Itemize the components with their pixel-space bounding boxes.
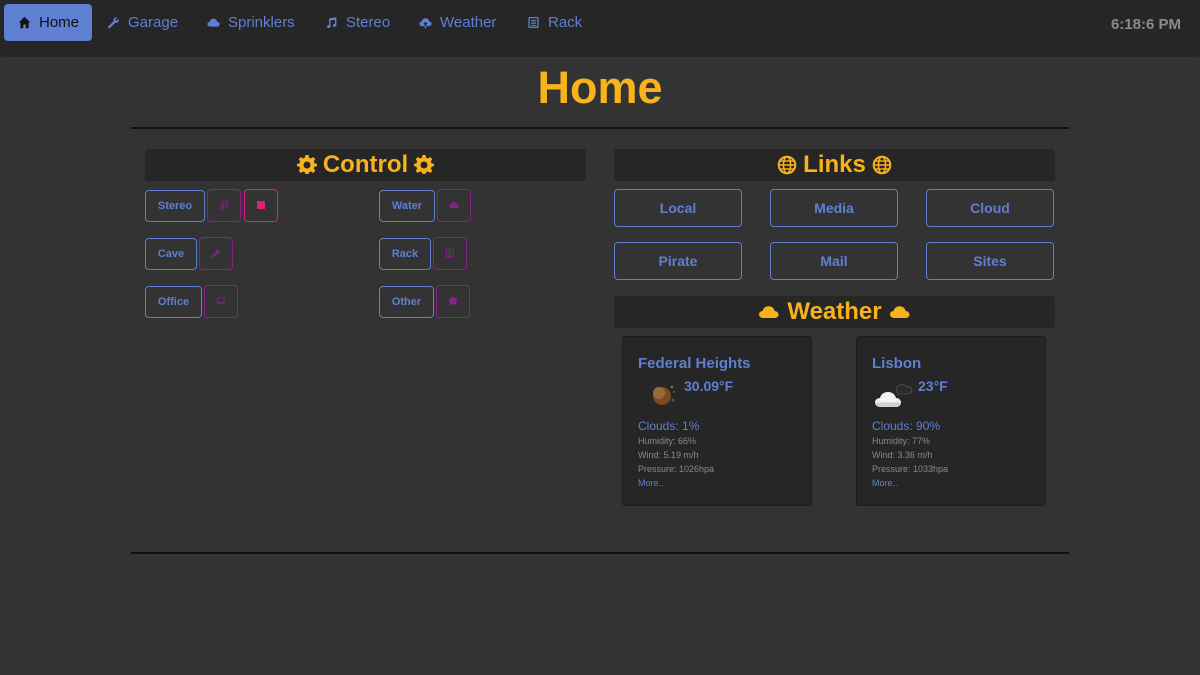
weather-more-link[interactable]: More..	[872, 478, 898, 488]
nav-weather-label: Weather	[440, 14, 497, 31]
link-cloud-button[interactable]: Cloud	[926, 189, 1054, 227]
nav-garage[interactable]: Garage	[92, 4, 192, 41]
weather-temp: 30.09°F	[684, 378, 734, 394]
control-stereo: Stereo	[145, 189, 278, 222]
globe-icon	[872, 155, 892, 175]
weather-wind: Wind: 5.19 m/h	[638, 450, 699, 460]
divider-bottom	[131, 552, 1069, 554]
top-nav: Home Garage Sprinklers Stereo Weather Ra…	[0, 0, 1200, 57]
server-icon	[526, 16, 540, 30]
nav-weather[interactable]: Weather	[404, 4, 510, 41]
links-title: Links	[803, 151, 866, 178]
control-water-label: Water	[379, 189, 435, 222]
control-other-label: Other	[379, 285, 434, 318]
cloud-upload-icon	[418, 16, 432, 30]
weather-header: Weather	[614, 296, 1055, 328]
nav-stereo[interactable]: Stereo	[310, 4, 404, 41]
nav-home[interactable]: Home	[4, 4, 92, 41]
laptop-icon	[216, 293, 226, 311]
divider-top	[131, 127, 1069, 129]
link-local-button[interactable]: Local	[614, 189, 742, 227]
gear-icon	[414, 155, 435, 175]
home-icon	[18, 16, 31, 30]
weather-temp: 23°F	[918, 378, 948, 394]
control-header: Control	[145, 149, 586, 181]
cave-button[interactable]	[199, 237, 233, 270]
weather-more-link[interactable]: More..	[638, 478, 664, 488]
control-cave: Cave	[145, 237, 233, 270]
music-note-icon	[324, 16, 338, 30]
weather-title: Weather	[787, 298, 882, 325]
control-other: Other	[379, 285, 470, 318]
globe-icon	[777, 155, 797, 175]
control-rack-label: Rack	[379, 237, 431, 270]
weather-card: Lisbon 23°F Clouds: 90% Humidity: 77% Wi…	[856, 336, 1046, 506]
control-stereo-label: Stereo	[145, 189, 205, 222]
nav-rack-label: Rack	[548, 14, 583, 31]
weather-pressure: Pressure: 1033hpa	[872, 464, 949, 474]
circle-icon	[448, 293, 458, 311]
nav-rack[interactable]: Rack	[512, 4, 596, 41]
weather-humidity: Humidity: 66%	[638, 436, 697, 446]
nav-garage-label: Garage	[128, 14, 179, 31]
weather-wind: Wind: 3.36 m/h	[872, 450, 933, 460]
control-office-label: Office	[145, 285, 202, 318]
page-title: Home	[537, 62, 663, 113]
nav-sprinklers[interactable]: Sprinklers	[192, 4, 309, 41]
link-pirate-button[interactable]: Pirate	[614, 242, 742, 280]
control-cave-label: Cave	[145, 237, 197, 270]
cloud-icon	[757, 302, 781, 322]
link-mail-button[interactable]: Mail	[770, 242, 898, 280]
music-note-icon	[219, 197, 229, 215]
wrench-icon	[106, 16, 120, 30]
office-button[interactable]	[204, 285, 238, 318]
nav-sprinklers-label: Sprinklers	[228, 14, 295, 31]
weather-city: Federal Heights	[638, 355, 751, 372]
stereo-music-button[interactable]	[207, 189, 241, 222]
control-office: Office	[145, 285, 238, 318]
clock: 6:18:6 PM	[1110, 16, 1181, 33]
control-rack: Rack	[379, 237, 467, 270]
weather-humidity: Humidity: 77%	[872, 436, 931, 446]
links-header: Links	[614, 149, 1055, 181]
cloud-icon	[888, 302, 912, 322]
rack-button[interactable]	[433, 237, 467, 270]
link-sites-button[interactable]: Sites	[926, 242, 1054, 280]
weather-clouds: Clouds: 90%	[872, 419, 941, 433]
clear-night-icon	[638, 377, 682, 411]
stereo-stop-button[interactable]	[244, 189, 278, 222]
control-title: Control	[322, 151, 409, 178]
cloud-icon	[449, 197, 459, 215]
link-media-button[interactable]: Media	[770, 189, 898, 227]
weather-card: Federal Heights 30.09°F Clouds: 1% Humid…	[622, 336, 812, 506]
wrench-icon	[211, 245, 221, 263]
weather-city: Lisbon	[872, 355, 922, 372]
nav-stereo-label: Stereo	[346, 14, 391, 31]
weather-clouds: Clouds: 1%	[638, 419, 700, 433]
cloudy-night-icon	[872, 377, 916, 411]
other-button[interactable]	[436, 285, 470, 318]
nav-home-label: Home	[39, 14, 80, 31]
control-water: Water	[379, 189, 471, 222]
server-icon	[445, 245, 455, 263]
weather-pressure: Pressure: 1026hpa	[638, 464, 715, 474]
stop-icon	[256, 197, 266, 215]
water-button[interactable]	[437, 189, 471, 222]
cloud-icon	[206, 16, 220, 30]
gear-icon	[296, 155, 317, 175]
